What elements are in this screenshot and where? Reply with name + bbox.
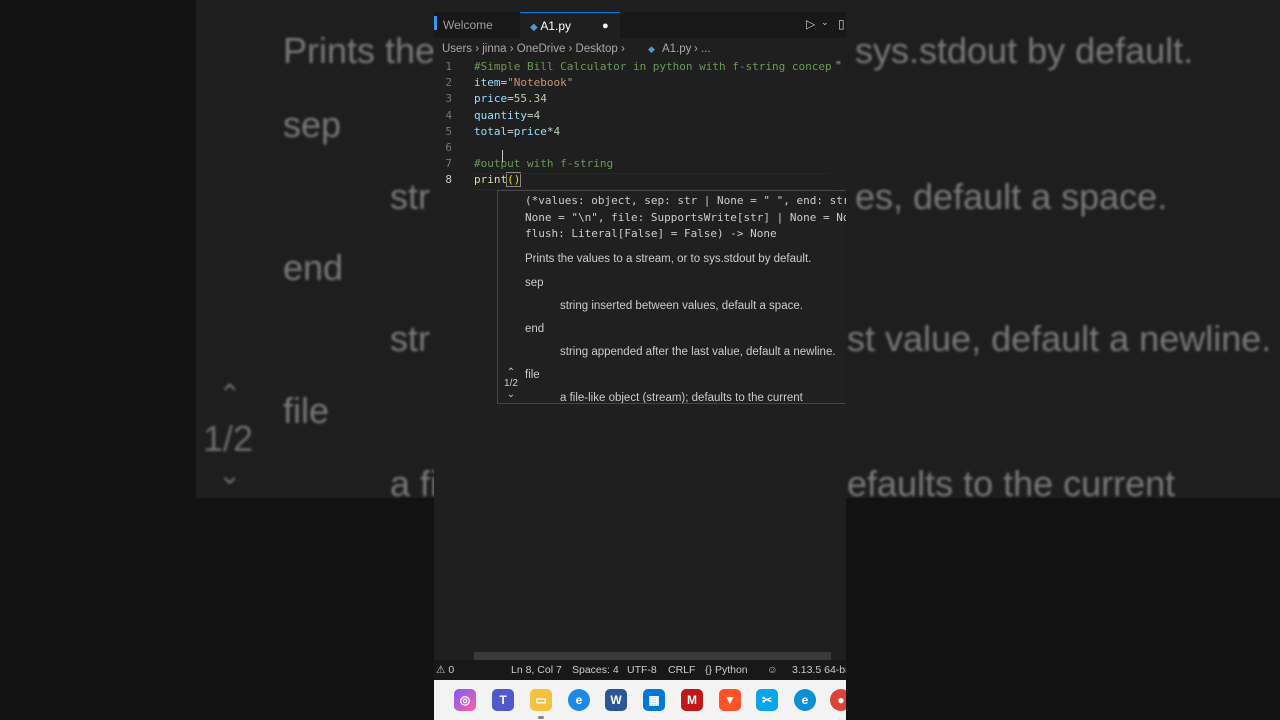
breadcrumb-tail[interactable]: › ... <box>694 40 711 58</box>
bg-text-current: efaults to the current <box>847 463 1176 504</box>
doc-param-sep: sep <box>525 277 544 289</box>
windows-taskbar: ◎ T ▭ e W ▦ M ▼ ✂ e ● <box>434 680 846 720</box>
chevron-down-icon[interactable]: ⌄ <box>500 389 522 400</box>
copilot-icon[interactable]: ◎ <box>454 689 476 711</box>
chevron-down-icon[interactable]: ⌄ <box>821 17 829 28</box>
line-number: 8 <box>445 173 452 186</box>
python-interpreter[interactable]: 3.13.5 64-bi <box>792 660 846 680</box>
signature-help-popup: (*values: object, sep: str | None = " ",… <box>497 190 846 404</box>
status-bar: ⚠ 0 Ln 8, Col 7 Spaces: 4 UTF-8 CRLF {} … <box>434 660 846 680</box>
bg-text-space: es, default a space. <box>855 176 1168 217</box>
tab-welcome[interactable]: Welcome <box>443 12 523 38</box>
horizontal-scrollbar[interactable] <box>474 652 831 660</box>
language-mode[interactable]: {} Python <box>705 660 748 680</box>
tab-bar: Welcome ◆ A1.py ● ▷ ⌄ ▯ <box>434 12 846 38</box>
pager-count: 1/2 <box>504 378 518 389</box>
breadcrumb-path[interactable]: Users › jinna › OneDrive › Desktop › <box>442 40 625 58</box>
signature-line-3: flush: Literal[False] = False) -> None <box>525 227 777 240</box>
chevron-up-icon[interactable]: ⌃ <box>500 367 522 378</box>
bg-text-afi: a fi <box>390 463 439 504</box>
code-line-4: quantity=4 <box>474 109 541 122</box>
line-number: 6 <box>445 141 452 154</box>
run-icon[interactable]: ▷ <box>806 17 815 31</box>
cursor-position[interactable]: Ln 8, Col 7 <box>511 660 562 680</box>
mcafee-icon[interactable]: M <box>681 689 703 711</box>
bg-pager: 1/2 <box>203 418 254 459</box>
snipping-tool-icon[interactable]: ✂ <box>756 689 778 711</box>
vscode-window: Welcome ◆ A1.py ● ▷ ⌄ ▯ Users › jinna › … <box>434 0 846 720</box>
doc-param-end: end <box>525 323 545 335</box>
bg-text-newline: st value, default a newline. <box>847 318 1272 359</box>
code-line-3: price=55.34 <box>474 92 547 105</box>
breadcrumb-file[interactable]: A1.py <box>662 40 691 58</box>
line-number: 7 <box>445 157 452 170</box>
signature-line-2: None = "\n", file: SupportsWrite[str] | … <box>525 210 846 224</box>
line-number: 4 <box>445 109 452 122</box>
bg-text-file: file <box>283 390 330 431</box>
breadcrumb: Users › jinna › OneDrive › Desktop › ◆ A… <box>434 40 846 58</box>
bg-text-str2: str <box>390 318 430 359</box>
modified-dot-icon[interactable]: ● <box>602 13 609 39</box>
doc-summary: Prints the values to a stream, or to sys… <box>525 253 812 265</box>
code-line-1: #Simple Bill Calculator in python with f… <box>474 60 832 73</box>
warning-icon: ⚠ <box>436 664 446 676</box>
split-editor-icon[interactable]: ▯ <box>838 17 845 31</box>
doc-param-file: file <box>525 369 540 381</box>
tab-label: A1.py <box>540 19 572 33</box>
line-number: 2 <box>445 76 452 89</box>
signature-line-1: (*values: object, sep: str | None = " ",… <box>525 194 846 207</box>
signature: (*values: object, sep: str | None = " ",… <box>525 193 846 243</box>
file-explorer-icon[interactable]: ▭ <box>530 689 552 711</box>
doc-param-file-desc: a file-like object (stream); defaults to… <box>560 392 803 404</box>
brave-icon[interactable]: ▼ <box>719 689 741 711</box>
bg-chevron-down-icon: ⌄ <box>218 459 242 490</box>
bg-chevron-up-icon: ⌃ <box>218 379 242 410</box>
line-number: 5 <box>445 125 452 138</box>
indentation[interactable]: Spaces: 4 <box>572 660 619 680</box>
python-file-icon: ◆ <box>530 22 538 33</box>
doc-param-end-desc: string appended after the last value, de… <box>560 346 836 358</box>
line-number: 1 <box>445 60 452 73</box>
store-icon[interactable]: ▦ <box>643 689 665 711</box>
code-line-5: total=price*4 <box>474 125 561 138</box>
doc-param-sep-desc: string inserted between values, default … <box>560 300 803 312</box>
tab-label: Welcome <box>443 18 493 32</box>
signature-pager[interactable]: ⌃ 1/2 ⌄ <box>500 367 522 400</box>
current-line-highlight <box>474 173 829 190</box>
edge-icon[interactable]: e <box>794 689 816 711</box>
bg-text-str1: str <box>390 176 430 217</box>
word-icon[interactable]: W <box>605 689 627 711</box>
tab-a1-py[interactable]: ◆ A1.py ● <box>520 12 620 38</box>
encoding[interactable]: UTF-8 <box>627 660 657 680</box>
python-file-icon: ◆ <box>648 44 655 54</box>
braces-icon: {} <box>705 664 713 676</box>
tab-indicator <box>434 16 437 30</box>
teams-icon[interactable]: T <box>492 689 514 711</box>
bg-text-sep: sep <box>283 104 342 145</box>
chrome-icon[interactable]: ● <box>830 689 846 711</box>
bg-text-stdout: sys.stdout by default. <box>855 30 1194 71</box>
mouse-ibeam-cursor <box>502 150 503 162</box>
minimap-icon: ≡ <box>836 58 841 67</box>
bg-text-end: end <box>283 247 344 288</box>
bg-text-prints: Prints the <box>283 30 436 71</box>
active-app-indicator <box>538 716 544 719</box>
code-line-7: #output with f-string <box>474 157 614 170</box>
copilot-status-icon[interactable]: ☺ <box>767 660 778 680</box>
problems-status[interactable]: ⚠ 0 <box>436 660 454 680</box>
edge-dev-icon[interactable]: e <box>568 689 590 711</box>
line-number: 3 <box>445 92 452 105</box>
code-line-2: item="Notebook" <box>474 76 574 89</box>
line-endings[interactable]: CRLF <box>668 660 695 680</box>
